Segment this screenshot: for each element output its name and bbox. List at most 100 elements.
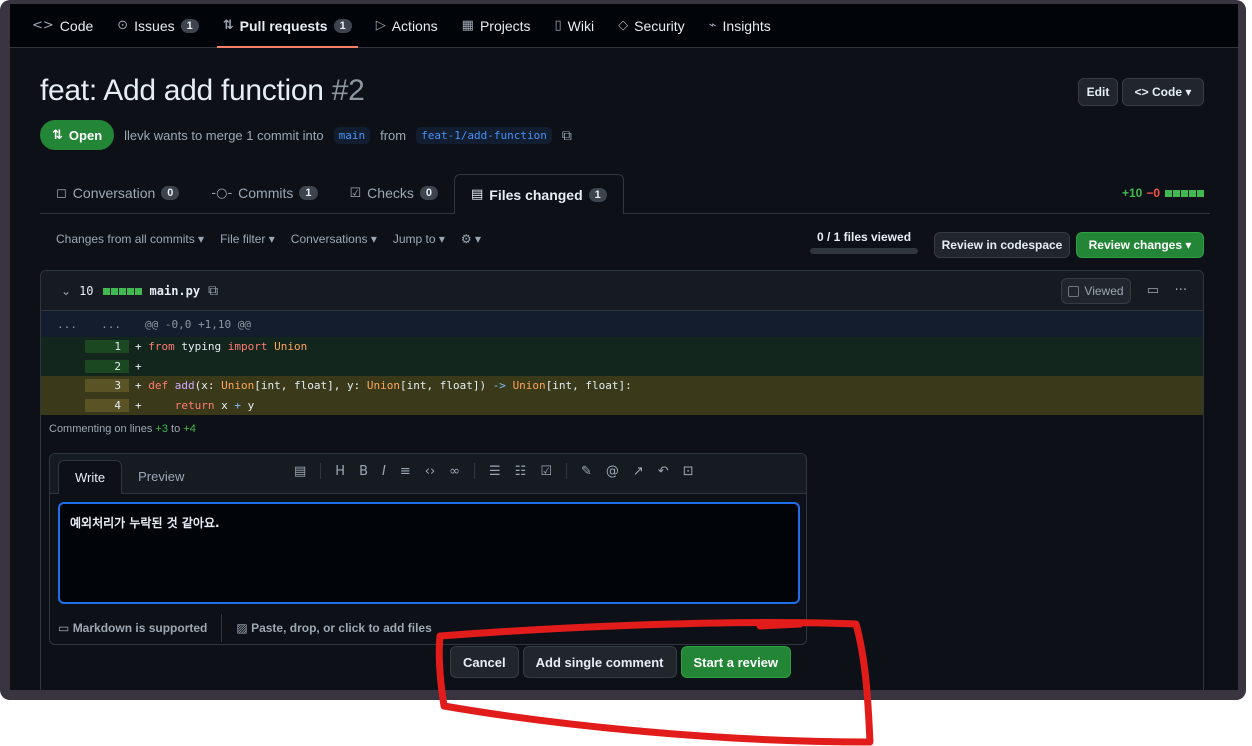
- divider: [221, 614, 223, 642]
- nav-insights[interactable]: ⌁ Insights: [709, 4, 771, 48]
- start-review-button[interactable]: Start a review: [680, 646, 792, 678]
- commenting-to: +4: [183, 423, 196, 435]
- suggestion-icon[interactable]: ⊡: [683, 464, 694, 479]
- edit-button[interactable]: Edit: [1078, 78, 1118, 106]
- bold-icon[interactable]: B: [359, 464, 368, 479]
- pr-title: feat: Add add function #2: [40, 74, 365, 108]
- nav-code-label: Code: [59, 17, 94, 34]
- nav-security[interactable]: ◇ Security: [618, 4, 685, 48]
- commenting-from: +3: [155, 423, 168, 435]
- file-filter[interactable]: File filter ▾: [220, 232, 275, 246]
- reference-icon[interactable]: ↗: [633, 464, 644, 479]
- conversations-filter[interactable]: Conversations ▾: [291, 232, 377, 246]
- comment-footer: ▭ Markdown is supported ▨ Paste, drop, o…: [58, 614, 432, 642]
- nav-actions[interactable]: ▷ Actions: [376, 4, 438, 48]
- ordered-list-icon[interactable]: ☰: [489, 464, 501, 479]
- pull-requests-count: 1: [333, 18, 352, 33]
- files-toolbar: Changes from all commits ▾ File filter ▾…: [56, 232, 481, 246]
- nav-projects-label: Projects: [479, 17, 531, 34]
- reply-icon[interactable]: ↶: [658, 464, 669, 479]
- comment-icon[interactable]: ▭: [1147, 283, 1159, 298]
- kebab-menu-icon[interactable]: ···: [1175, 283, 1187, 298]
- file-name[interactable]: main.py: [150, 284, 201, 298]
- code-icon[interactable]: ‹›: [425, 464, 435, 479]
- attach-note-label: Paste, drop, or click to add files: [251, 621, 432, 635]
- file-diffstat-bar: [102, 284, 142, 298]
- base-branch[interactable]: main: [333, 126, 371, 144]
- diff-line-selected[interactable]: 4 + return x + y: [41, 395, 1203, 415]
- files-viewed-progress: [810, 248, 918, 254]
- issues-count: 1: [180, 18, 199, 33]
- add-single-comment-button[interactable]: Add single comment: [522, 646, 677, 678]
- divider: [474, 463, 475, 479]
- tab-checks[interactable]: ☑ Checks 0: [334, 173, 454, 213]
- template-icon[interactable]: ▤: [294, 464, 306, 479]
- write-tab[interactable]: Write: [58, 460, 123, 494]
- nav-pull-requests[interactable]: ⇅ Pull requests 1: [216, 4, 358, 48]
- commenting-to-word: to: [171, 423, 181, 435]
- checks-count: 0: [419, 186, 438, 200]
- quote-icon[interactable]: ≡: [400, 464, 411, 479]
- italic-icon[interactable]: I: [382, 464, 386, 479]
- nav-projects[interactable]: ▦ Projects: [462, 4, 531, 48]
- format-toolbar: ▤ H B I ≡ ‹› ∞ ☰ ☷ ☑ ✎ @ ↗ ↶ ⊡: [294, 463, 694, 479]
- chevron-down-icon[interactable]: ⌄: [61, 284, 71, 298]
- diffstat: +10 −0: [1122, 186, 1204, 200]
- jump-to-menu[interactable]: Jump to ▾: [393, 232, 445, 246]
- tab-commits[interactable]: -○- Commits 1: [195, 173, 333, 213]
- commits-filter[interactable]: Changes from all commits ▾: [56, 232, 204, 246]
- comment-textarea[interactable]: 예외처리가 누락된 것 같아요.: [58, 502, 800, 604]
- nav-actions-label: Actions: [391, 17, 438, 34]
- comment-form: Write Preview ▤ H B I ≡ ‹› ∞ ☰ ☷ ☑ ✎ @ ↗…: [49, 453, 807, 645]
- code-button[interactable]: <> Code ▾: [1122, 78, 1204, 106]
- pr-title-text: feat: Add add function: [40, 74, 324, 107]
- markdown-icon: ▭: [58, 621, 70, 635]
- cancel-button[interactable]: Cancel: [450, 646, 519, 678]
- markdown-note[interactable]: ▭ Markdown is supported: [58, 621, 207, 635]
- diffstat-bar: [1164, 186, 1204, 200]
- nav-issues[interactable]: ⊙ Issues 1: [117, 4, 199, 48]
- files-viewed-text: 0 / 1 files viewed: [816, 230, 912, 244]
- shield-icon: ◇: [618, 18, 629, 33]
- nav-wiki-label: Wiki: [567, 17, 595, 34]
- heading-icon[interactable]: H: [335, 464, 345, 479]
- tab-commits-label: Commits: [238, 185, 294, 201]
- review-in-codespace-button[interactable]: Review in codespace: [934, 232, 1070, 258]
- nav-code[interactable]: <> Code: [32, 4, 93, 48]
- diff-line[interactable]: 1 + from typing import Union: [41, 337, 1203, 357]
- link-icon[interactable]: ∞: [449, 464, 460, 479]
- preview-tab[interactable]: Preview: [122, 459, 200, 493]
- review-changes-button[interactable]: Review changes ▾: [1076, 232, 1204, 258]
- book-icon: ▯: [554, 18, 562, 33]
- tab-files-changed[interactable]: ▤ Files changed 1: [453, 174, 624, 214]
- unordered-list-icon[interactable]: ☷: [515, 464, 527, 479]
- expand-down[interactable]: ...: [85, 318, 129, 331]
- nav-insights-label: Insights: [722, 17, 771, 34]
- copy-icon[interactable]: ⧉: [562, 127, 572, 144]
- tab-conversation[interactable]: ◻ Conversation 0: [40, 173, 195, 213]
- file-header: ⌄ 10 main.py ⧉ Viewed ▭ ···: [41, 271, 1203, 311]
- author-link[interactable]: llevk: [124, 128, 150, 143]
- hunk-text: @@ -0,0 +1,10 @@: [145, 317, 251, 331]
- commenting-prefix: Commenting on lines: [49, 423, 153, 435]
- repo-nav: <> Code ⊙ Issues 1 ⇅ Pull requests 1 ▷ Actions…: [10, 4, 1238, 48]
- attach-icon[interactable]: ✎: [581, 464, 592, 479]
- task-list-icon[interactable]: ☑: [540, 464, 552, 479]
- settings-menu[interactable]: ⚙ ▾: [461, 232, 481, 246]
- diff-line[interactable]: 2 +: [41, 356, 1203, 376]
- expand-up[interactable]: ...: [41, 318, 85, 331]
- attach-files[interactable]: ▨ Paste, drop, or click to add files: [236, 621, 431, 635]
- head-branch[interactable]: feat-1/add-function: [416, 126, 552, 144]
- nav-wiki[interactable]: ▯ Wiki: [555, 4, 595, 48]
- checklist-icon: ☑: [349, 185, 362, 201]
- diff-line-selected[interactable]: 3 + def add(x: Union[int, float], y: Unio…: [41, 376, 1203, 396]
- divider: [565, 463, 567, 479]
- merge-summary: llevk wants to merge 1 commit into: [124, 128, 323, 143]
- copy-icon[interactable]: ⧉: [208, 283, 218, 299]
- nav-issues-label: Issues: [134, 17, 175, 34]
- mention-icon[interactable]: @: [606, 464, 619, 479]
- viewed-checkbox[interactable]: Viewed: [1061, 278, 1131, 304]
- play-icon: ▷: [375, 18, 386, 33]
- image-icon: ▨: [236, 621, 248, 635]
- commit-icon: -○-: [211, 185, 233, 201]
